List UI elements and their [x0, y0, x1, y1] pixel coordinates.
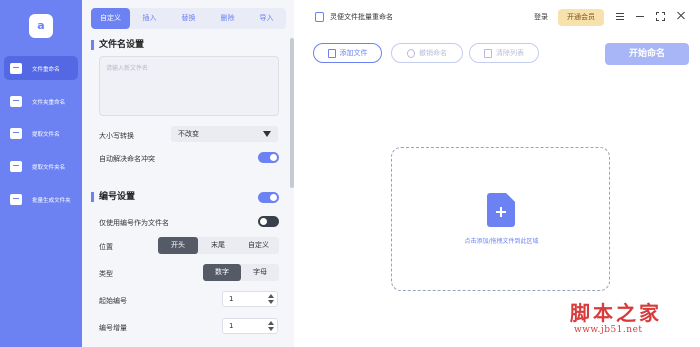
type-option-letter[interactable]: 字母	[241, 264, 279, 281]
start-number-label: 起始编号	[99, 297, 127, 305]
position-segmented: 开头 末尾 自定义	[158, 237, 279, 254]
type-option-number[interactable]: 数字	[203, 264, 241, 281]
number-only-toggle[interactable]	[258, 216, 279, 227]
type-label: 类型	[99, 270, 113, 278]
clear-list-label: 清除列表	[496, 49, 524, 57]
filename-settings-title: 文件名设置	[91, 40, 144, 50]
position-option-custom[interactable]: 自定义	[238, 237, 279, 254]
sidebar-item-label: 提取文件名	[32, 130, 60, 138]
add-file-icon	[327, 48, 336, 58]
start-number-value: 1	[229, 295, 234, 303]
increment-stepper[interactable]: 1	[222, 318, 278, 334]
undo-rename-label: 撤销命名	[419, 49, 447, 57]
add-file-icon	[487, 193, 515, 227]
folder-batch-icon	[10, 193, 22, 205]
clear-list-button[interactable]: 清除列表	[469, 43, 539, 63]
start-number-stepper[interactable]: 1	[222, 291, 278, 307]
app-title: 灵便文件批量重命名	[330, 13, 393, 21]
sidebar-item-label: 批量生成文件夹	[32, 196, 71, 204]
undo-icon	[407, 48, 415, 58]
file-icon	[10, 62, 22, 74]
watermark: 脚本之家 www.jb51.net	[570, 302, 662, 336]
sidebar-item-extract-foldername[interactable]: 提取文件夹名	[4, 154, 78, 178]
login-link[interactable]: 登录	[534, 12, 548, 22]
auto-resolve-conflict-label: 自动解决命名冲突	[99, 155, 155, 163]
start-rename-button[interactable]: 开始命名	[605, 43, 689, 65]
increment-value: 1	[229, 322, 234, 330]
tab-custom[interactable]: 自定义	[91, 8, 130, 29]
close-icon[interactable]	[675, 10, 687, 22]
app-logo: a	[29, 14, 53, 38]
case-conversion-select[interactable]: 不改变	[171, 126, 278, 142]
sidebar-item-label: 提取文件夹名	[32, 163, 66, 171]
vip-button[interactable]: 开通会员	[558, 9, 604, 26]
sidebar-item-file-rename[interactable]: 文件重命名	[4, 56, 78, 80]
stepper-arrows-icon[interactable]	[268, 294, 274, 304]
maximize-icon[interactable]	[654, 10, 666, 22]
tab-import[interactable]: 导入	[247, 8, 286, 29]
folder-icon	[10, 95, 22, 107]
sidebar: a 文件重命名 文件夹重命名 提取文件名 提取文件夹名 批量生成文件夹	[0, 0, 82, 347]
increment-label: 编号增量	[99, 324, 127, 332]
sidebar-item-extract-filename[interactable]: 提取文件名	[4, 121, 78, 145]
numbering-settings-title: 编号设置	[91, 192, 135, 202]
tab-delete[interactable]: 删除	[208, 8, 247, 29]
tab-insert[interactable]: 插入	[130, 8, 169, 29]
toggle-knob	[270, 154, 277, 161]
app-window: a 文件重命名 文件夹重命名 提取文件名 提取文件夹名 批量生成文件夹 自定义 …	[0, 0, 700, 347]
number-only-label: 仅使用编号作为文件名	[99, 219, 169, 227]
case-conversion-value: 不改变	[178, 130, 199, 138]
position-label: 位置	[99, 243, 113, 251]
watermark-url: www.jb51.net	[574, 325, 643, 335]
sidebar-item-label: 文件重命名	[32, 65, 60, 73]
menu-icon[interactable]	[614, 10, 626, 22]
toggle-knob	[260, 218, 267, 225]
title-bar: 灵便文件批量重命名 登录 开通会员	[294, 0, 700, 34]
sidebar-item-folder-rename[interactable]: 文件夹重命名	[4, 89, 78, 113]
app-icon	[315, 12, 324, 22]
tab-replace[interactable]: 替换	[169, 8, 208, 29]
folder-extract-icon	[10, 160, 22, 172]
sidebar-item-batch-folders[interactable]: 批量生成文件夹	[4, 187, 78, 211]
toggle-knob	[270, 194, 277, 201]
case-conversion-label: 大小写转换	[99, 132, 134, 140]
file-drop-zone[interactable]: 点击添加/拖拽文件到此区域	[391, 147, 610, 291]
panel-scrollbar[interactable]	[290, 38, 294, 188]
mode-tabs: 自定义 插入 替换 删除 导入	[91, 8, 286, 29]
undo-rename-button[interactable]: 撤销命名	[391, 43, 463, 63]
new-filename-input[interactable]	[99, 56, 279, 116]
chevron-down-icon	[263, 131, 271, 137]
watermark-title: 脚本之家	[570, 301, 662, 325]
numbering-toggle[interactable]	[258, 192, 279, 203]
minimize-icon[interactable]	[634, 10, 646, 22]
type-segmented: 数字 字母	[203, 264, 279, 281]
sidebar-item-label: 文件夹重命名	[32, 98, 66, 106]
add-file-button[interactable]: 添加文件	[313, 43, 382, 63]
trash-icon	[484, 48, 492, 58]
add-file-label: 添加文件	[339, 49, 368, 57]
auto-resolve-conflict-toggle[interactable]	[258, 152, 279, 163]
drop-zone-hint: 点击添加/拖拽文件到此区域	[464, 238, 539, 245]
position-option-start[interactable]: 开头	[158, 237, 198, 254]
position-option-end[interactable]: 末尾	[198, 237, 238, 254]
stepper-arrows-icon[interactable]	[268, 321, 274, 331]
extract-icon	[10, 127, 22, 139]
